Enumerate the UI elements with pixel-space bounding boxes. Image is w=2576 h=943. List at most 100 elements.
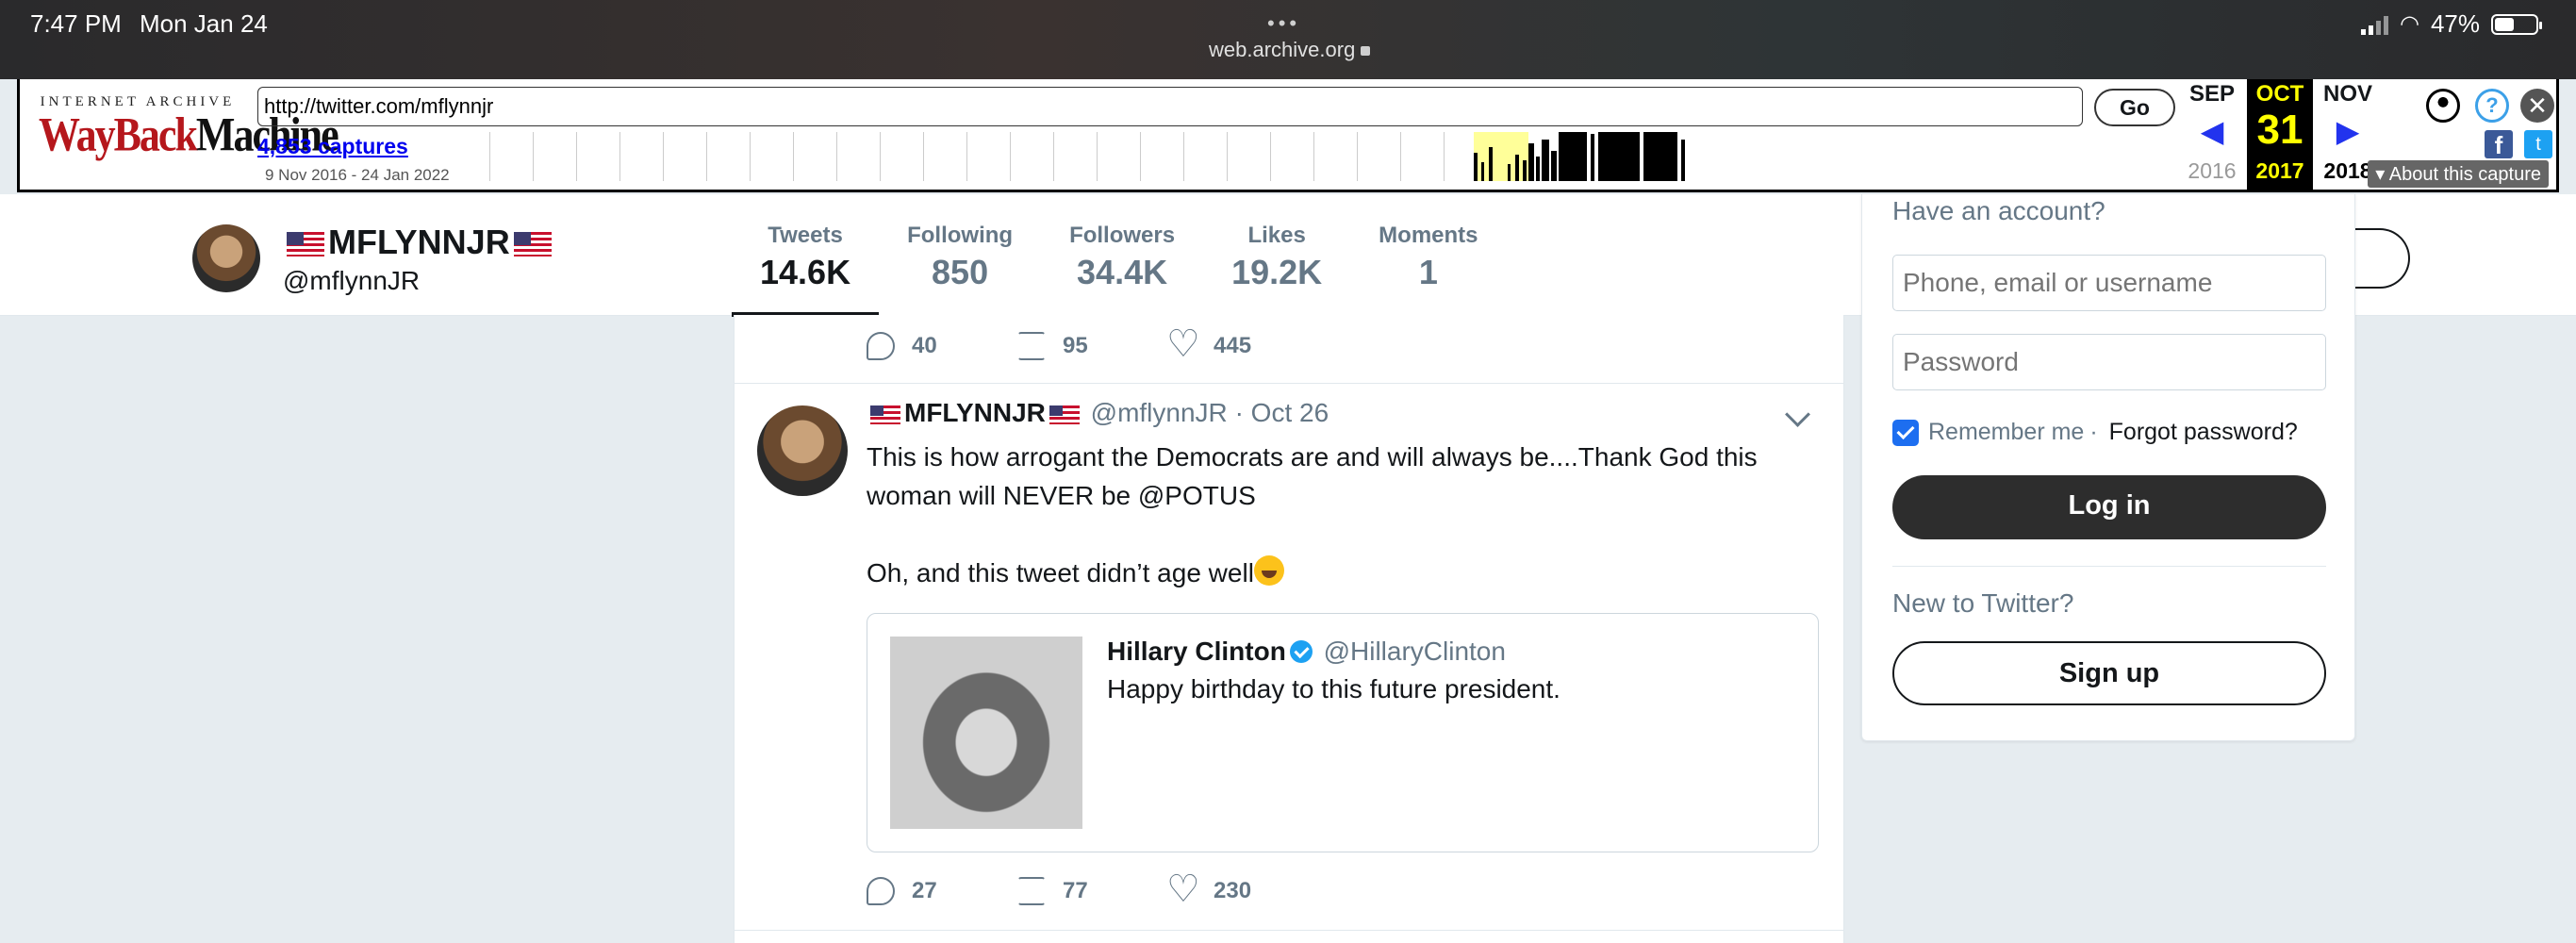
status-date: Mon Jan 24 <box>140 9 268 38</box>
new-to-twitter-heading: New to Twitter? <box>1892 588 2074 618</box>
go-button[interactable]: Go <box>2094 89 2175 126</box>
lock-icon <box>1361 46 1371 57</box>
safari-url-text: web.archive.org <box>1209 38 1356 61</box>
caret-down-icon: ▾ <box>2375 164 2389 185</box>
forgot-password-link[interactable]: Forgot password? <box>2109 419 2298 446</box>
logo-wayback-machine: WayBackMachine <box>39 108 339 162</box>
current-day: 31 <box>2256 107 2304 153</box>
stat-value: 19.2K <box>1231 253 1323 291</box>
have-account-heading: Have an account? <box>1892 196 2105 225</box>
divider <box>1892 566 2326 567</box>
tweet-author-name[interactable]: MFLYNNJR <box>904 398 1046 427</box>
cellular-signal-icon <box>2361 14 2388 35</box>
stat-moments[interactable]: Moments 1 <box>1350 194 1506 315</box>
tweet-text-line: This is how arrogant the Democrats are a… <box>867 442 1758 510</box>
facebook-icon[interactable]: f <box>2485 130 2513 159</box>
account-icon[interactable] <box>2426 89 2460 123</box>
about-this-capture-button[interactable]: ▾ About this capture <box>2368 160 2549 188</box>
reply-icon <box>867 877 895 905</box>
prev-tweet-actions: 40 95 445 <box>867 323 1319 366</box>
separator-dot: · <box>2089 419 2098 445</box>
us-flag-icon <box>513 232 552 257</box>
laughing-emoji-icon <box>1253 555 1284 586</box>
like-count: 230 <box>1214 878 1252 903</box>
calendar-prev[interactable]: SEP ◀ 2016 <box>2177 79 2247 190</box>
divider <box>735 383 1843 384</box>
stat-likes[interactable]: Likes 19.2K <box>1203 194 1350 315</box>
like-button[interactable]: 230 <box>1166 868 1319 911</box>
current-year: 2017 <box>2255 158 2304 183</box>
tweet-menu-chevron-icon[interactable] <box>1785 402 1810 427</box>
divider <box>735 930 1843 931</box>
stat-tweets[interactable]: Tweets 14.6K <box>732 194 880 317</box>
like-button[interactable]: 445 <box>1166 323 1319 366</box>
login-panel: Have an account? Remember me · Forgot pa… <box>1861 194 2355 741</box>
signup-button[interactable]: Sign up <box>1892 641 2326 705</box>
retweet-count: 77 <box>1063 878 1088 903</box>
profile-name-text: MFLYNNJR <box>328 223 510 261</box>
about-capture-label: About this capture <box>2388 164 2541 185</box>
stat-label: Likes <box>1247 223 1306 248</box>
like-count: 445 <box>1214 333 1252 358</box>
remember-me-label[interactable]: Remember me <box>1928 419 2084 446</box>
prev-month: SEP <box>2188 81 2236 107</box>
prev-year: 2016 <box>2188 158 2237 183</box>
stat-value: 850 <box>932 253 989 291</box>
quoted-tweet[interactable]: Hillary Clinton @HillaryClinton Happy bi… <box>867 613 1819 852</box>
tweet-actions: 27 77 230 <box>867 868 1319 911</box>
stat-value: 34.4K <box>1077 253 1168 291</box>
wifi-icon: ◠ <box>2400 11 2419 37</box>
retweet-button[interactable]: 95 <box>1017 332 1168 360</box>
quoted-tweet-photo[interactable] <box>890 637 1082 829</box>
quoted-author-name: Hillary Clinton <box>1107 637 1286 666</box>
remember-me-checkbox[interactable] <box>1892 419 1919 446</box>
stat-label: Following <box>907 223 1014 248</box>
stat-value: 1 <box>1418 253 1438 291</box>
prev-capture-arrow-icon[interactable]: ◀ <box>2177 113 2247 149</box>
profile-name[interactable]: MFLYNNJR <box>283 223 555 262</box>
username-input[interactable] <box>1892 255 2326 311</box>
retweet-button[interactable]: 77 <box>1017 877 1168 905</box>
next-capture-arrow-icon[interactable]: ▶ <box>2313 113 2383 149</box>
tweet-avatar[interactable] <box>757 405 848 496</box>
calendar-current: OCT 31 2017 <box>2247 79 2313 190</box>
stat-value: 14.6K <box>760 253 851 291</box>
stat-label: Moments <box>1379 223 1478 248</box>
profile-avatar[interactable] <box>192 224 260 292</box>
twitter-share-icon[interactable]: t <box>2524 130 2552 158</box>
reply-button[interactable]: 40 <box>867 332 1017 360</box>
reply-button[interactable]: 27 <box>867 877 1017 905</box>
retweet-icon <box>1017 877 1046 905</box>
safari-url[interactable]: web.archive.org <box>1209 38 1371 62</box>
status-time: 7:47 PM <box>30 9 122 38</box>
wayback-toolbar: INTERNET ARCHIVE WayBackMachine http://t… <box>17 79 2559 192</box>
verified-badge-icon <box>1289 640 1313 663</box>
password-input[interactable] <box>1892 334 2326 390</box>
tweet-text-line: Oh, and this tweet didn’t age well <box>867 558 1254 587</box>
profile-handle[interactable]: @mflynnJR <box>283 266 420 296</box>
remember-row: Remember me · Forgot password? <box>1892 419 2298 446</box>
tweet-text: This is how arrogant the Democrats are a… <box>867 438 1809 592</box>
tweet-header: MFLYNNJR @mflynnJR · Oct 26 <box>867 398 1329 428</box>
wayback-logo[interactable]: INTERNET ARCHIVE WayBackMachine <box>39 94 339 179</box>
reply-count: 40 <box>912 333 937 358</box>
help-icon[interactable]: ? <box>2475 89 2509 123</box>
wayback-url-input[interactable]: http://twitter.com/mflynnjr <box>257 87 2083 126</box>
captures-link[interactable]: 4,853 captures <box>257 134 408 159</box>
stat-label: Followers <box>1069 223 1176 248</box>
tweet-author-handle[interactable]: @mflynnJR <box>1091 398 1228 427</box>
tweet-date[interactable]: Oct 26 <box>1251 398 1329 427</box>
quoted-tweet-header: Hillary Clinton @HillaryClinton <box>1107 637 1506 667</box>
captures-sparkline[interactable] <box>471 132 2177 181</box>
tweet-dot: · <box>1234 398 1251 427</box>
profile-stats: Tweets 14.6K Following 850 Followers 34.… <box>732 194 1507 317</box>
us-flag-icon <box>287 232 324 257</box>
login-button[interactable]: Log in <box>1892 475 2326 539</box>
heart-icon <box>1166 868 1200 911</box>
multitask-dots-icon[interactable]: ••• <box>1267 11 1300 36</box>
us-flag-icon <box>870 405 900 424</box>
stat-following[interactable]: Following 850 <box>879 194 1041 315</box>
close-icon[interactable]: ✕ <box>2520 89 2554 123</box>
heart-icon <box>1166 323 1200 366</box>
stat-followers[interactable]: Followers 34.4K <box>1041 194 1203 315</box>
